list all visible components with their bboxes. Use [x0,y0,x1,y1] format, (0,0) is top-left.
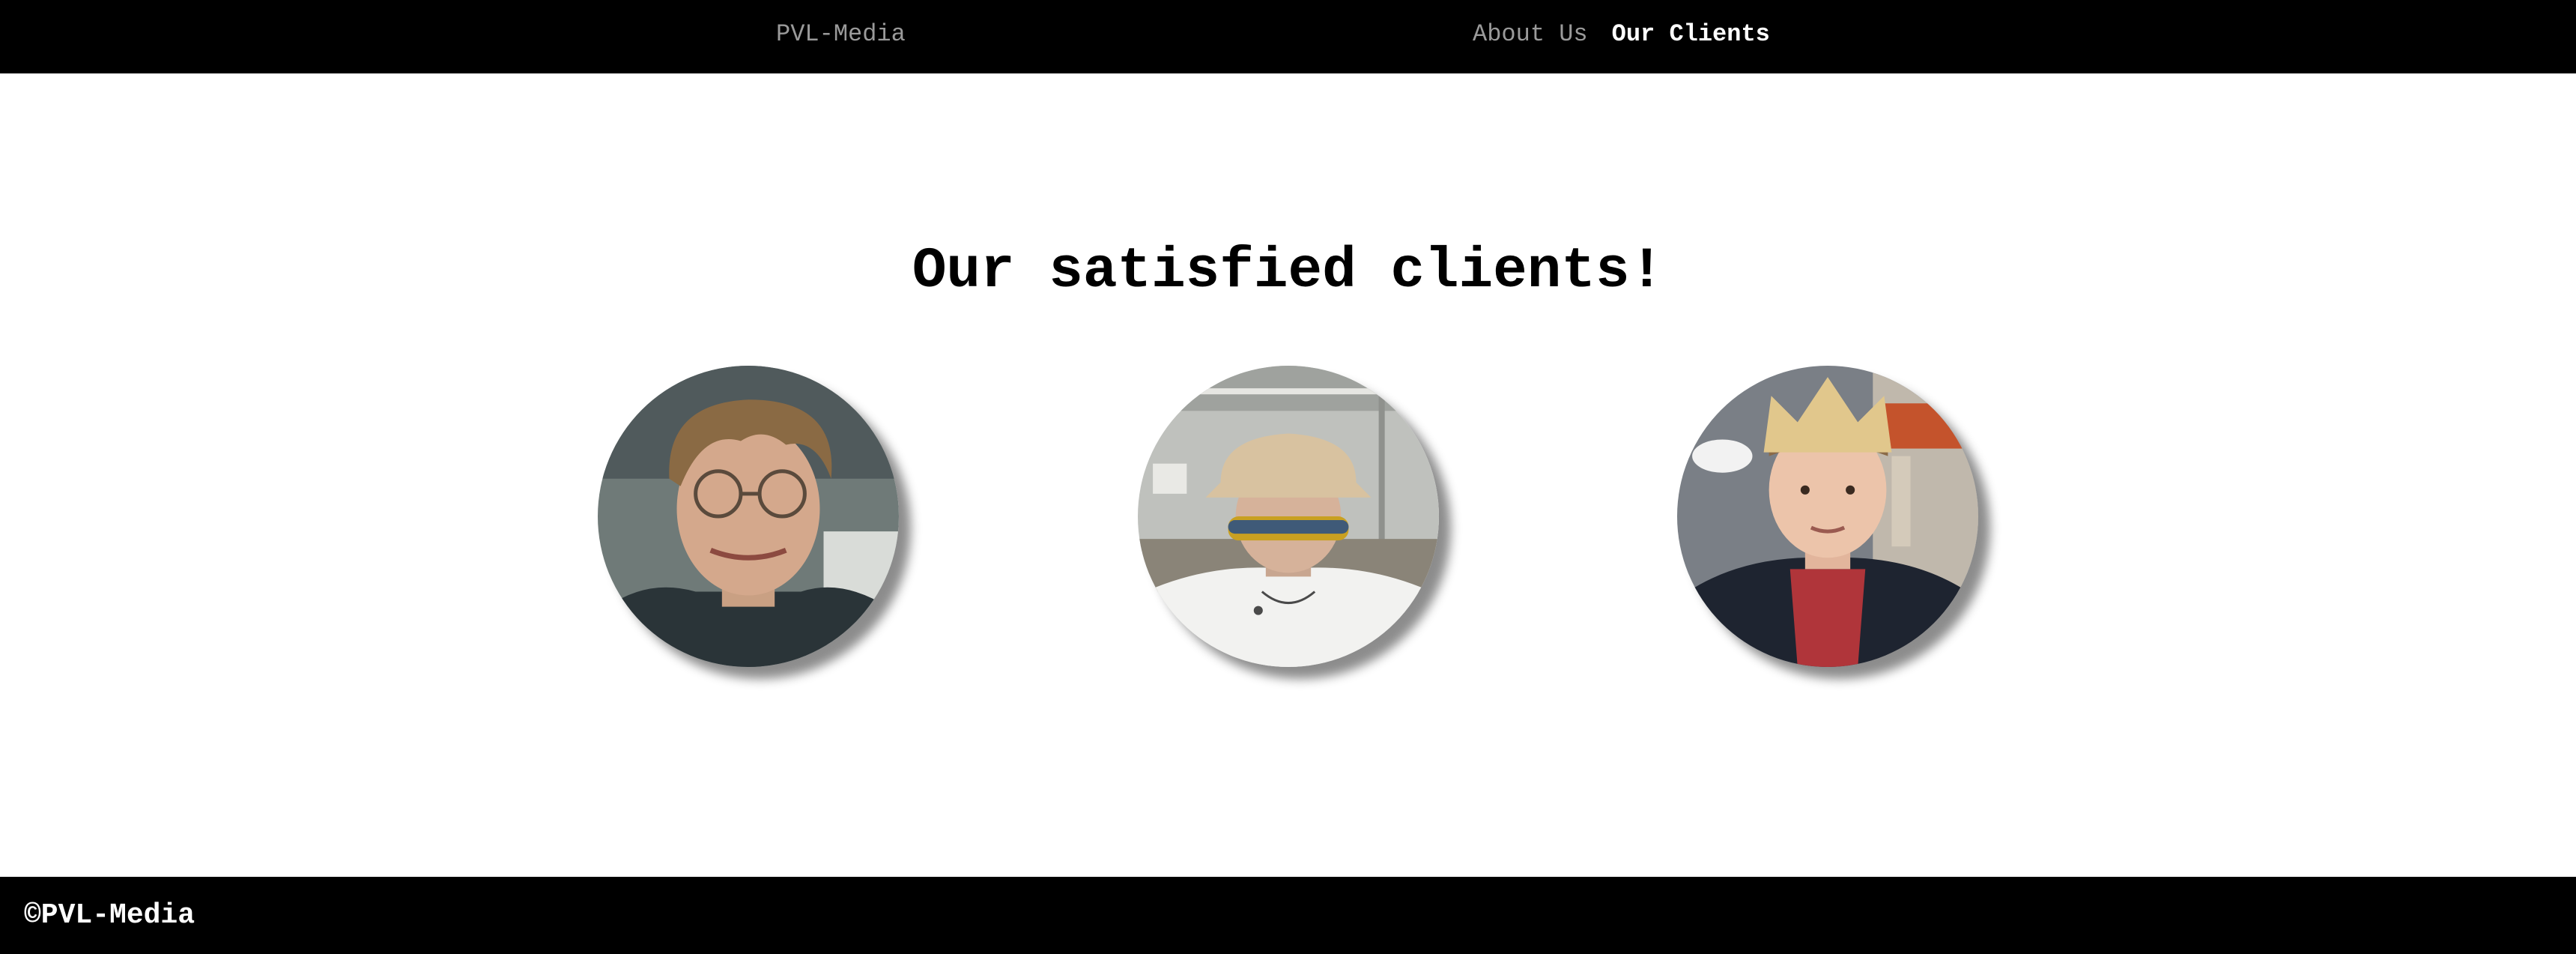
client-photo-1 [598,366,899,667]
page-title: Our satisfied clients! [912,239,1664,304]
client-photo-3 [1677,366,1978,667]
clients-gallery [0,366,2576,673]
brand-link[interactable]: PVL-Media [776,19,906,49]
nav-link-about-us[interactable]: About Us [1473,19,1588,49]
client-photo-2 [1138,366,1439,667]
nav-link-our-clients[interactable]: Our Clients [1612,19,1770,49]
footer-copyright: ©PVL-Media [24,899,196,932]
nav-links: About Us Our Clients [1473,19,1770,49]
top-navigation-bar: PVL-Media About Us Our Clients [0,0,2576,73]
footer: ©PVL-Media [0,877,2576,954]
